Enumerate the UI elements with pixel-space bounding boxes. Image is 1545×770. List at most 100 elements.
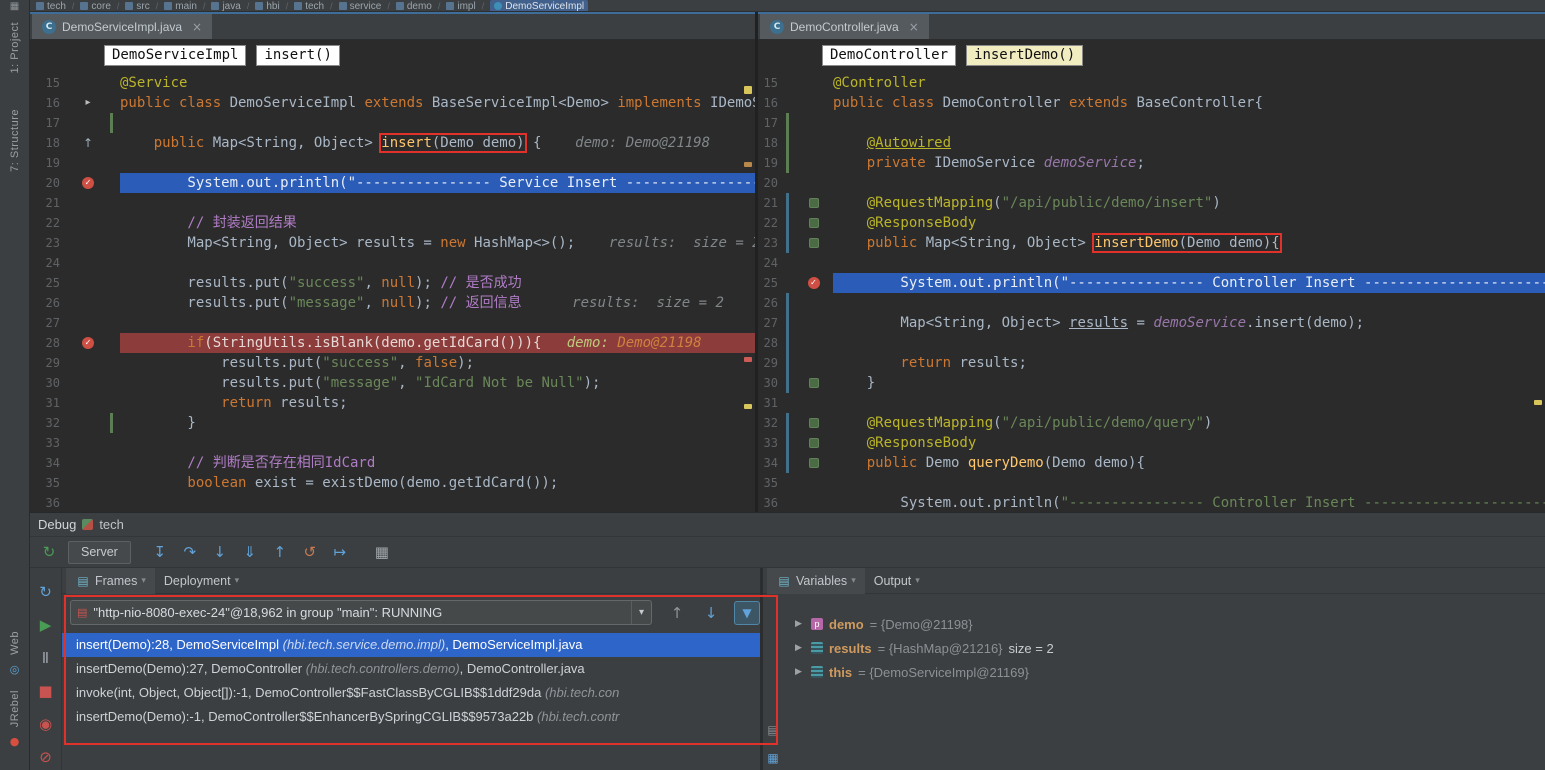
- code-line[interactable]: 28✓ if(StringUtils.isBlank(demo.getIdCar…: [30, 333, 755, 353]
- pause-icon[interactable]: Ⅱ: [35, 648, 57, 668]
- code-line[interactable]: 16▸public class DemoServiceImpl extends …: [30, 93, 755, 113]
- code-line[interactable]: 20✓ System.out.println("----------------…: [30, 173, 755, 193]
- code-line[interactable]: 23 public Map<String, Object> insertDemo…: [758, 233, 1545, 253]
- code-line[interactable]: 28: [758, 333, 1545, 353]
- nav-item-8[interactable]: demo: [396, 1, 432, 12]
- code-line[interactable]: 18↑ public Map<String, Object> insert(De…: [30, 133, 755, 153]
- spring-mapping-icon[interactable]: [809, 458, 819, 468]
- breakpoint-icon[interactable]: ✓: [82, 337, 94, 349]
- error-stripe[interactable]: [1531, 82, 1545, 512]
- nav-item-5[interactable]: hbi: [255, 1, 279, 12]
- tool-button-jrebel[interactable]: JRebel: [9, 690, 21, 727]
- editor-tab-democontroller[interactable]: DemoController.java: [760, 14, 929, 39]
- code-line[interactable]: 35 boolean exist = existDemo(demo.getIdC…: [30, 473, 755, 493]
- code-line[interactable]: 30 }: [758, 373, 1545, 393]
- code-line[interactable]: 31 return results;: [30, 393, 755, 413]
- close-icon[interactable]: [909, 20, 919, 34]
- variables-icon[interactable]: ▤: [776, 571, 792, 591]
- code-line[interactable]: 19 private IDemoService demoService;: [758, 153, 1545, 173]
- mute-breakpoints-icon[interactable]: ⊘: [35, 747, 57, 767]
- dropdown-arrow-icon[interactable]: [631, 601, 651, 624]
- server-tab[interactable]: Server: [68, 541, 131, 564]
- tab-variables[interactable]: ▤Variables▾: [767, 568, 865, 594]
- code-line[interactable]: 33 @ResponseBody: [758, 433, 1545, 453]
- code-line[interactable]: 30 results.put("message", "IdCard Not be…: [30, 373, 755, 393]
- code-line[interactable]: 26 results.put("message", null); // 返回信息…: [30, 293, 755, 313]
- code-line[interactable]: 23 Map<String, Object> results = new Has…: [30, 233, 755, 253]
- breakpoint-icon[interactable]: ✓: [82, 177, 94, 189]
- pin-icon[interactable]: ▦: [765, 748, 781, 768]
- implementations-marker-icon[interactable]: ▸: [85, 93, 90, 113]
- close-icon[interactable]: [192, 20, 202, 34]
- code-line[interactable]: 34 // 判断是否存在相同IdCard: [30, 453, 755, 473]
- move-down-icon[interactable]: ↓: [700, 603, 722, 623]
- spring-mapping-icon[interactable]: [809, 378, 819, 388]
- code-line[interactable]: 26: [758, 293, 1545, 313]
- settings-grid-icon[interactable]: ▦: [371, 542, 393, 562]
- nav-item-1[interactable]: core: [80, 1, 110, 12]
- move-up-icon[interactable]: ↑: [666, 603, 688, 623]
- code-line[interactable]: 25 results.put("success", null); // 是否成功: [30, 273, 755, 293]
- filter-icon[interactable]: ▼: [739, 603, 755, 623]
- expand-arrow-icon[interactable]: ▶: [795, 619, 805, 629]
- code-line[interactable]: 21: [30, 193, 755, 213]
- web-tool-icon[interactable]: [10, 663, 20, 676]
- breadcrumb-class-chip[interactable]: DemoServiceImpl: [104, 45, 246, 66]
- code-line[interactable]: 19: [30, 153, 755, 173]
- expand-arrow-icon[interactable]: ▶: [795, 667, 805, 677]
- code-line[interactable]: 15@Service: [30, 73, 755, 93]
- spring-mapping-icon[interactable]: [809, 198, 819, 208]
- step-out-icon[interactable]: ↑: [269, 542, 291, 562]
- spring-mapping-icon[interactable]: [809, 218, 819, 228]
- spring-mapping-icon[interactable]: [809, 438, 819, 448]
- filter-toggle[interactable]: ▼: [734, 601, 760, 625]
- variable-row[interactable]: ▶this= {DemoServiceImpl@21169}: [763, 660, 1545, 684]
- code-line[interactable]: 17: [30, 113, 755, 133]
- code-line[interactable]: 36: [30, 493, 755, 512]
- restore-layout-icon[interactable]: ▤: [765, 720, 781, 740]
- tab-frames[interactable]: ▤Frames▾: [66, 568, 155, 594]
- breadcrumb-method-chip[interactable]: insertDemo(): [966, 45, 1083, 66]
- breadcrumb-class-chip[interactable]: DemoController: [822, 45, 956, 66]
- tab-output[interactable]: Output▾: [865, 568, 929, 594]
- code-line[interactable]: 24: [30, 253, 755, 273]
- code-line[interactable]: 32 }: [30, 413, 755, 433]
- step-into-icon[interactable]: ↓: [209, 542, 231, 562]
- code-line[interactable]: 18 @Autowired: [758, 133, 1545, 153]
- thread-selector[interactable]: "http-nio-8080-exec-24"@18,962 in group …: [70, 600, 652, 625]
- code-line[interactable]: 29 results.put("success", false);: [30, 353, 755, 373]
- stack-frame[interactable]: insertDemo(Demo):27, DemoController (hbi…: [62, 657, 760, 681]
- code-line[interactable]: 16public class DemoController extends Ba…: [758, 93, 1545, 113]
- editor-tab-demoserviceimpl[interactable]: DemoServiceImpl.java: [32, 14, 212, 39]
- code-line[interactable]: 22 // 封装返回结果: [30, 213, 755, 233]
- tool-button-web[interactable]: Web: [9, 631, 21, 655]
- code-line[interactable]: 25✓ System.out.println("----------------…: [758, 273, 1545, 293]
- code-line[interactable]: 21 @RequestMapping("/api/public/demo/ins…: [758, 193, 1545, 213]
- code-line[interactable]: 27 Map<String, Object> results = demoSer…: [758, 313, 1545, 333]
- nav-item-6[interactable]: tech: [294, 1, 324, 12]
- nav-item-10[interactable]: DemoServiceImpl: [490, 0, 588, 12]
- code-line[interactable]: 34 public Demo queryDemo(Demo demo){: [758, 453, 1545, 473]
- nav-item-3[interactable]: main: [164, 1, 197, 12]
- code-line[interactable]: 32 @RequestMapping("/api/public/demo/que…: [758, 413, 1545, 433]
- restart-server-icon[interactable]: ↻: [38, 542, 60, 562]
- frames-icon[interactable]: ▤: [75, 571, 91, 591]
- code-line[interactable]: 33: [30, 433, 755, 453]
- window-menu-icon[interactable]: [10, 1, 19, 12]
- nav-item-0[interactable]: tech: [36, 1, 66, 12]
- view-breakpoints-icon[interactable]: ◉: [35, 714, 57, 734]
- code-line[interactable]: 29 return results;: [758, 353, 1545, 373]
- code-area[interactable]: 15@Controller16public class DemoControll…: [758, 70, 1545, 512]
- code-line[interactable]: 17: [758, 113, 1545, 133]
- variable-row[interactable]: ▶results= {HashMap@21216} size = 2: [763, 636, 1545, 660]
- breadcrumb-method-chip[interactable]: insert(): [256, 45, 339, 66]
- nav-item-9[interactable]: impl: [446, 1, 475, 12]
- code-line[interactable]: 27: [30, 313, 755, 333]
- stack-frame[interactable]: invoke(int, Object, Object[]):-1, DemoCo…: [62, 681, 760, 705]
- code-line[interactable]: 36 System.out.println("---------------- …: [758, 493, 1545, 512]
- spring-mapping-icon[interactable]: [809, 418, 819, 428]
- tab-deployment[interactable]: Deployment▾: [155, 568, 248, 594]
- override-marker-icon[interactable]: ↑: [83, 133, 93, 153]
- show-execution-point-icon[interactable]: ↧: [149, 542, 171, 562]
- code-line[interactable]: 22 @ResponseBody: [758, 213, 1545, 233]
